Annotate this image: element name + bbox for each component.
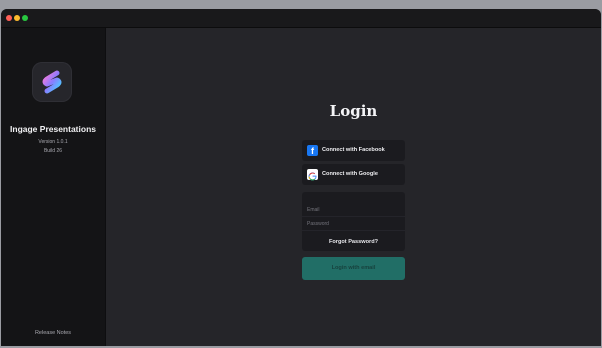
sidebar: Ingage Presentations Version 1.0.1 Build… <box>1 28 106 346</box>
page-title: Login <box>329 102 378 120</box>
password-field-row <box>302 216 405 231</box>
connect-facebook-button[interactable]: f Connect with Facebook <box>302 140 405 161</box>
password-field[interactable] <box>307 218 399 229</box>
app-build: Build 26 <box>43 148 63 154</box>
app-name: Ingage Presentations <box>10 124 96 134</box>
facebook-icon: f <box>307 145 318 156</box>
ingage-logo-icon <box>32 62 72 102</box>
login-panel: Login f Connect with Facebook Connect wi… <box>106 28 601 346</box>
title-bar <box>1 9 601 28</box>
email-login-form: Forgot Password? <box>302 192 405 251</box>
email-field-row <box>302 202 405 217</box>
zoom-window-button[interactable] <box>22 15 28 21</box>
google-button-label: Connect with Google <box>322 171 378 177</box>
login-with-email-button[interactable]: Login with email <box>302 257 405 280</box>
google-icon <box>307 169 318 181</box>
email-field[interactable] <box>307 204 399 215</box>
app-version: Version 1.0.1 <box>38 139 68 145</box>
app-window: Ingage Presentations Version 1.0.1 Build… <box>1 9 601 346</box>
minimize-window-button[interactable] <box>14 15 20 21</box>
connect-google-button[interactable]: Connect with Google <box>302 164 405 185</box>
forgot-password-link[interactable]: Forgot Password? <box>302 239 405 245</box>
close-window-button[interactable] <box>6 15 12 21</box>
release-notes-link[interactable]: Release Notes <box>1 330 105 336</box>
login-with-email-label: Login with email <box>331 265 376 271</box>
facebook-button-label: Connect with Facebook <box>322 147 385 153</box>
